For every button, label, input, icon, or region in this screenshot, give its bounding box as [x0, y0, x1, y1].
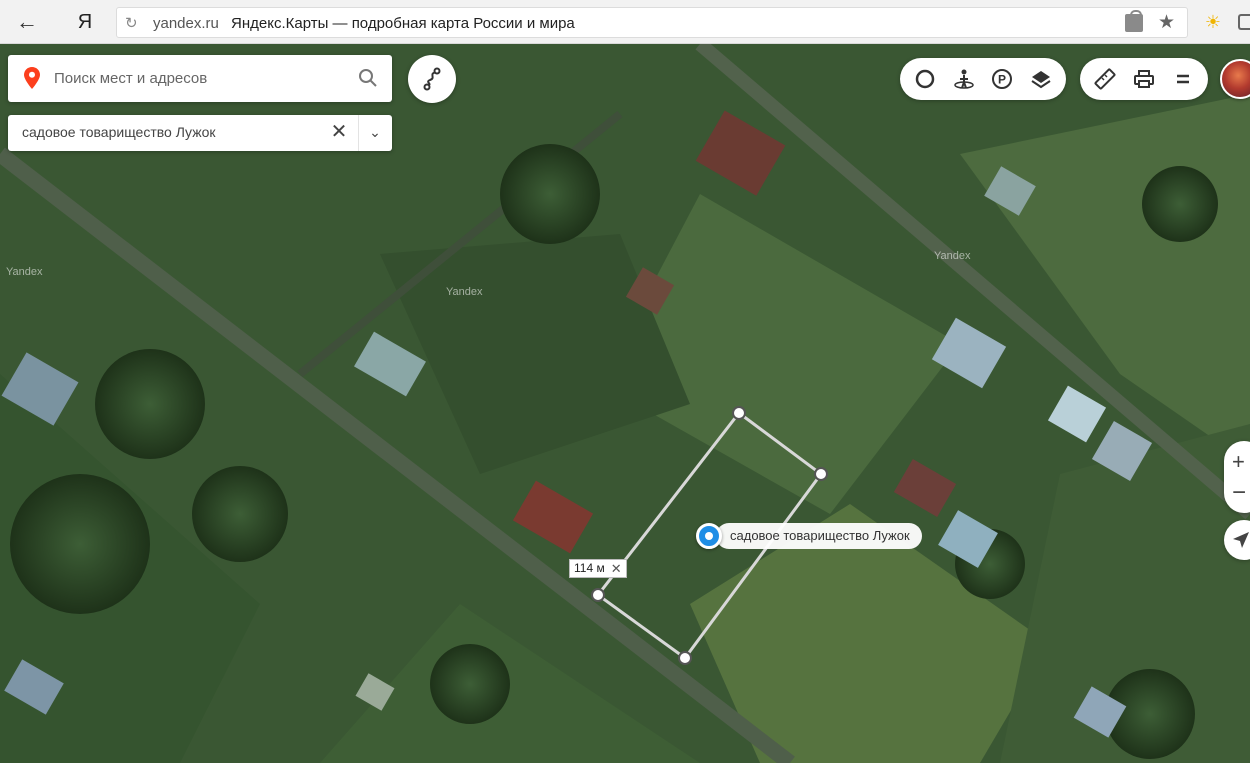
route-icon: [423, 67, 441, 91]
bookmark-star-icon[interactable]: ★: [1158, 11, 1175, 34]
map-watermark: Yandex: [934, 250, 971, 262]
search-box: [8, 55, 392, 102]
print-icon: [1134, 70, 1154, 88]
close-measurement-icon[interactable]: ✕: [611, 560, 622, 577]
map-canvas[interactable]: Yandex Yandex Yandex садовое товариществ…: [0, 44, 1250, 763]
map-watermark: Yandex: [6, 266, 43, 278]
map-pin-icon: [24, 67, 40, 89]
menu-button[interactable]: [1163, 61, 1202, 97]
zoom-control: + −: [1224, 441, 1250, 513]
ruler-button[interactable]: [1086, 61, 1125, 97]
print-button[interactable]: [1125, 61, 1164, 97]
panorama-icon: [954, 69, 974, 89]
search-result-bar[interactable]: садовое товарищество Лужок ✕ ⌄: [8, 115, 392, 151]
search-input[interactable]: [54, 65, 344, 91]
distance-value: 114 м: [574, 561, 605, 575]
weather-icon[interactable]: ☀: [1200, 9, 1226, 35]
ruler-icon: [1094, 68, 1116, 90]
panorama-button[interactable]: [945, 61, 984, 97]
measurement-distance-label: 114 м ✕: [569, 559, 627, 578]
layers-toolbar: P: [900, 58, 1066, 100]
parking-button[interactable]: P: [983, 61, 1022, 97]
page-title: Яндекс.Карты — подробная карта России и …: [231, 15, 575, 32]
satellite-imagery: [0, 44, 1250, 763]
zoom-in-button[interactable]: +: [1232, 449, 1245, 475]
divider: [358, 115, 359, 151]
browser-menu-icon[interactable]: [1238, 14, 1250, 30]
browser-toolbar: ← Я ↻ yandex.ru Яндекс.Карты — подробная…: [0, 0, 1250, 44]
measurement-vertex[interactable]: [678, 651, 692, 665]
map-watermark: Yandex: [446, 286, 483, 298]
lock-icon[interactable]: [1125, 10, 1143, 32]
measurement-vertex[interactable]: [591, 588, 605, 602]
url-domain: yandex.ru: [153, 15, 219, 32]
menu-icon: [1176, 74, 1189, 84]
map-layers-button[interactable]: [1022, 61, 1061, 97]
chevron-down-icon[interactable]: ⌄: [364, 121, 386, 143]
route-button[interactable]: [408, 55, 456, 103]
reload-icon[interactable]: ↻: [125, 14, 138, 32]
traffic-icon: [916, 69, 935, 89]
back-button[interactable]: ←: [12, 8, 42, 36]
svg-text:P: P: [998, 73, 1006, 87]
location-arrow-icon: [1233, 532, 1249, 548]
place-marker-icon[interactable]: [696, 523, 722, 549]
traffic-button[interactable]: [906, 61, 945, 97]
map-layers-icon: [1031, 71, 1051, 89]
measurement-vertex[interactable]: [732, 406, 746, 420]
yandex-browser-logo-icon[interactable]: Я: [72, 8, 98, 36]
search-icon[interactable]: [358, 68, 378, 88]
search-result-text[interactable]: садовое товарищество Лужок: [22, 124, 216, 140]
parking-icon: P: [992, 69, 1013, 89]
place-label[interactable]: садовое товарищество Лужок: [716, 523, 922, 549]
address-bar[interactable]: ↻ yandex.ru Яндекс.Карты — подробная кар…: [116, 7, 1188, 38]
zoom-out-button[interactable]: −: [1232, 479, 1246, 507]
clear-icon[interactable]: ✕: [328, 121, 350, 143]
tools-toolbar: [1080, 58, 1208, 100]
measurement-vertex[interactable]: [814, 467, 828, 481]
